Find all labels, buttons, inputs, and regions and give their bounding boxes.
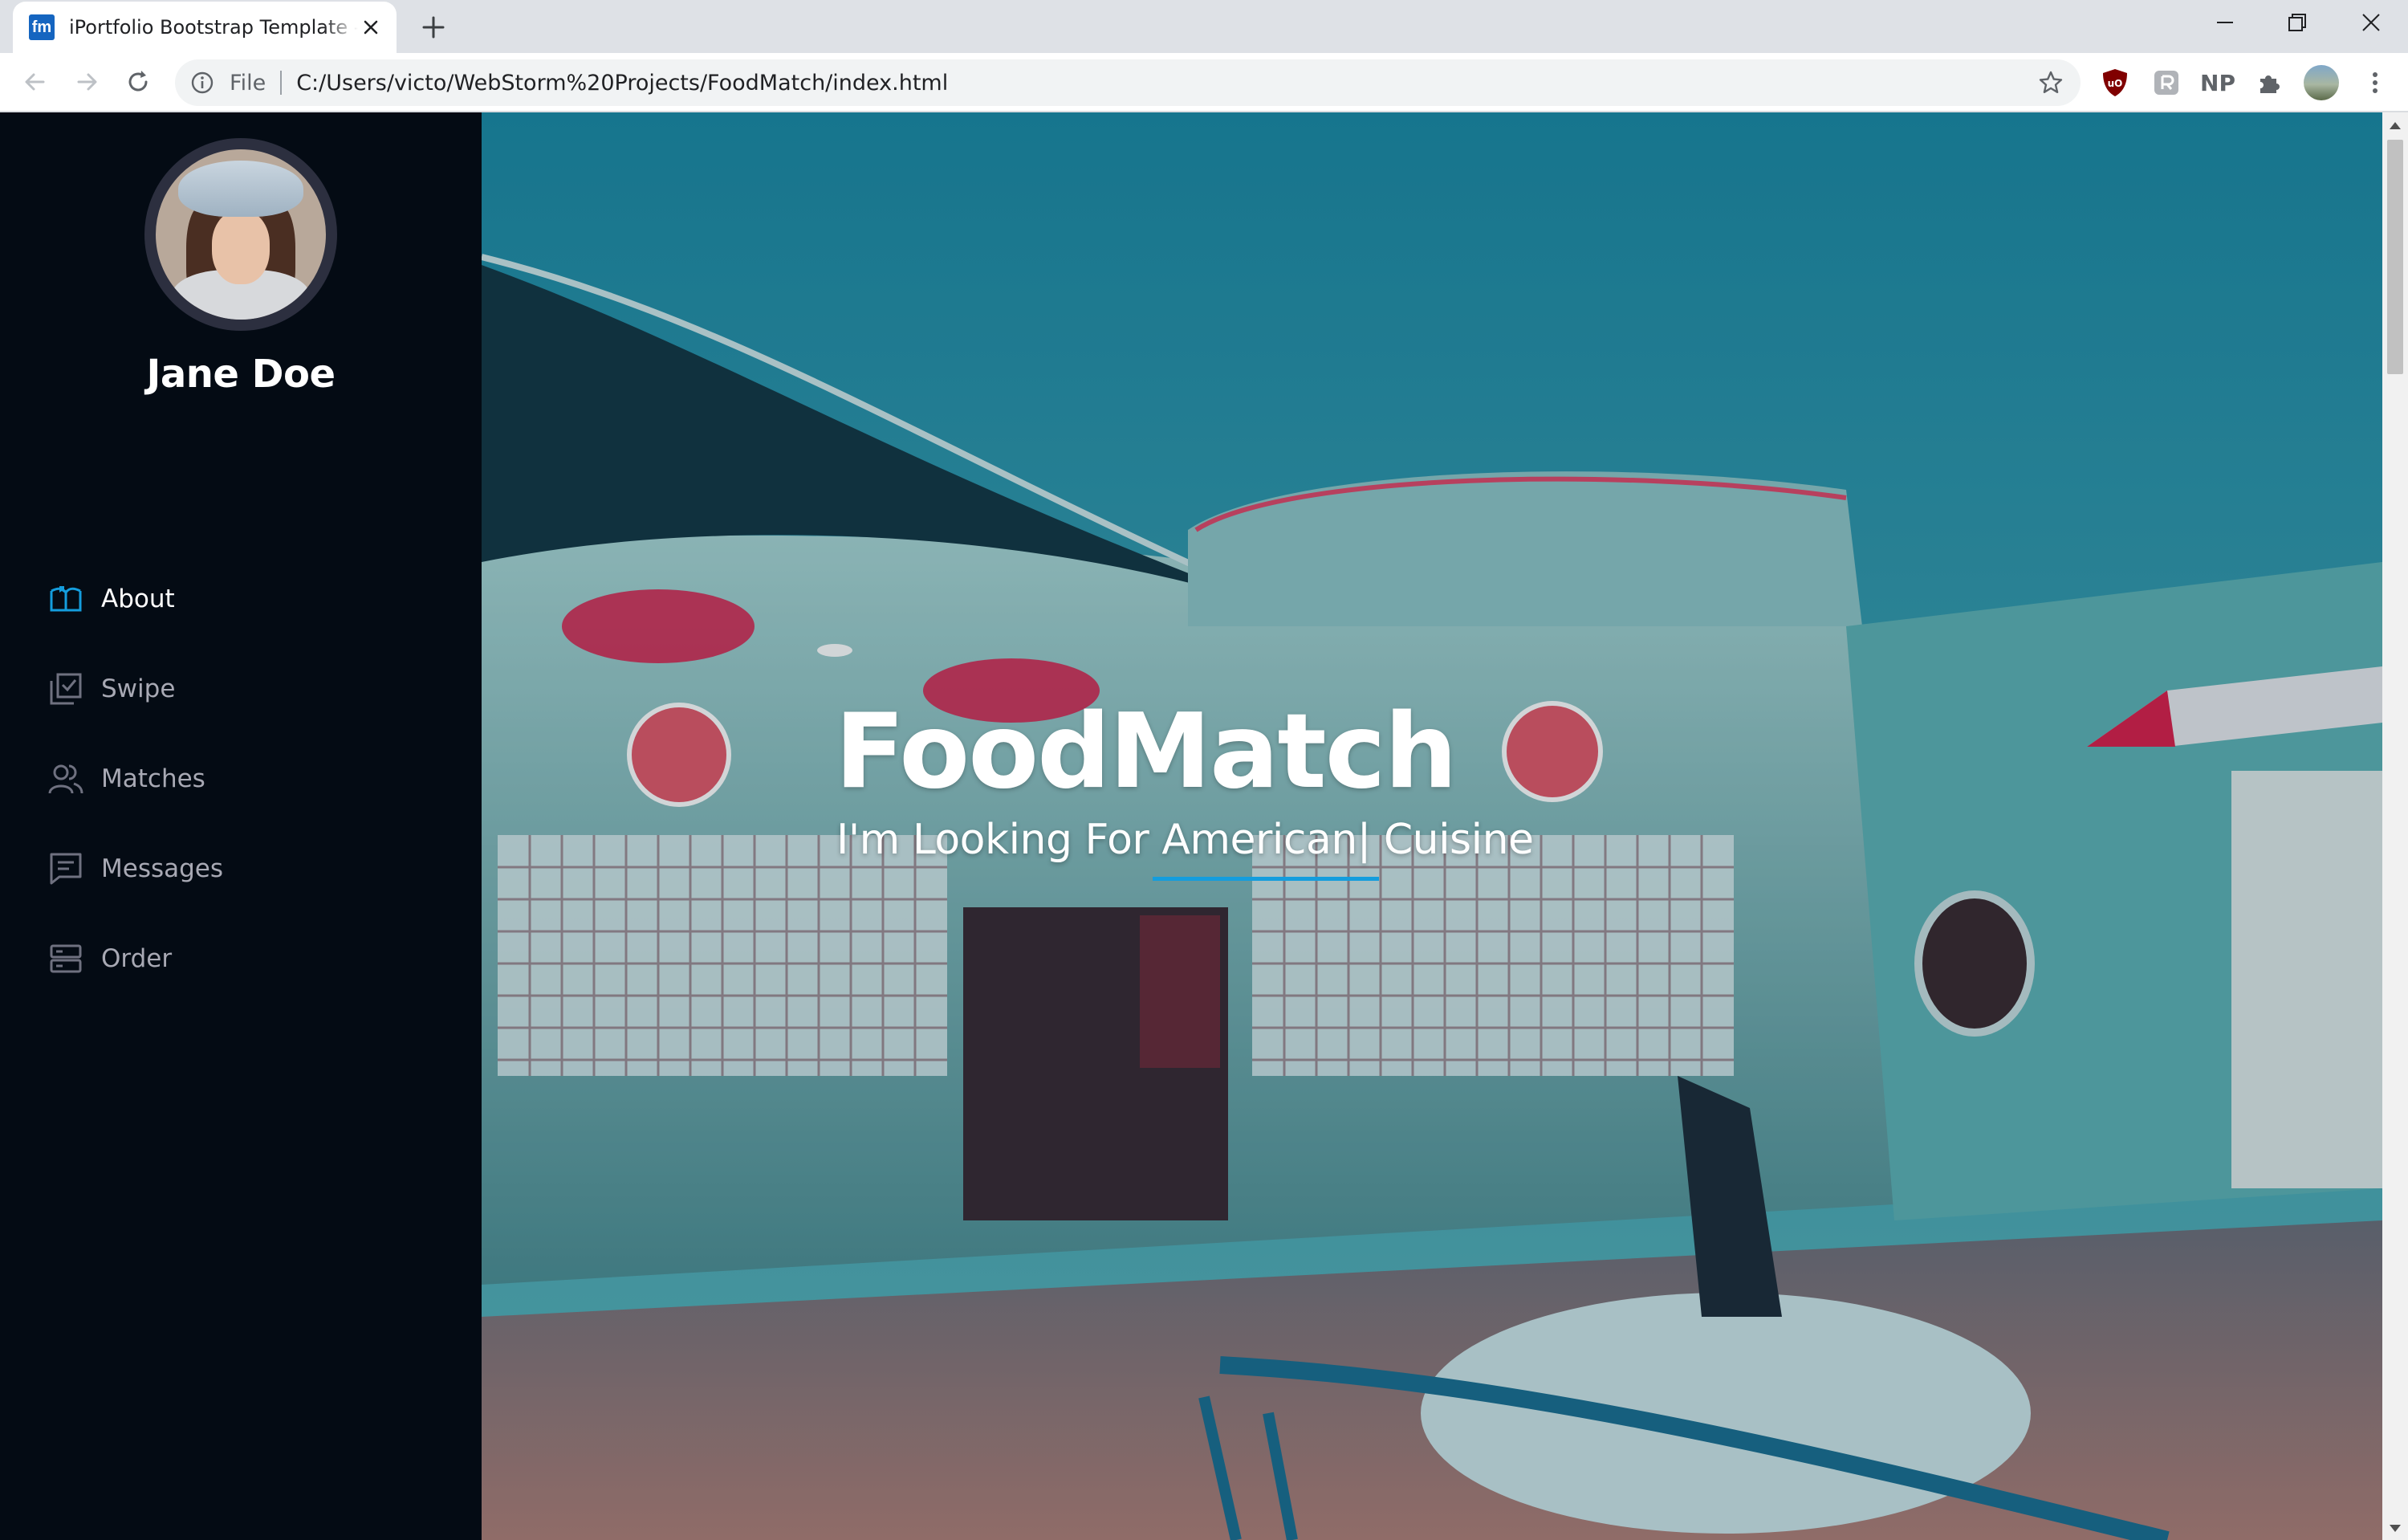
back-icon[interactable] bbox=[19, 66, 51, 98]
hero-section: FoodMatch I'm Looking For American| Cuis… bbox=[482, 112, 2382, 1540]
forward-icon[interactable] bbox=[71, 66, 103, 98]
hero-title: FoodMatch bbox=[835, 692, 1458, 812]
server-icon bbox=[50, 944, 82, 973]
bookmark-star-icon[interactable] bbox=[2037, 69, 2064, 96]
address-bar[interactable]: File C:/Users/victo/WebStorm%20Projects/… bbox=[175, 59, 2081, 106]
sidebar-item-swipe[interactable]: Swipe bbox=[48, 665, 175, 713]
restore-window-icon[interactable] bbox=[2281, 6, 2313, 39]
np-icon[interactable]: NP bbox=[2200, 67, 2235, 98]
profile-avatar-image bbox=[144, 138, 337, 331]
scroll-up-icon[interactable] bbox=[2390, 122, 2401, 129]
address-scheme-label: File bbox=[230, 70, 266, 96]
scrollbar-thumb[interactable] bbox=[2387, 140, 2403, 374]
sidebar-item-label: Messages bbox=[101, 854, 224, 883]
sidebar-item-order[interactable]: Order bbox=[48, 935, 172, 983]
book-icon bbox=[50, 586, 82, 612]
close-tab-icon[interactable] bbox=[360, 16, 382, 39]
reload-icon[interactable] bbox=[122, 66, 154, 98]
sidebar-item-messages[interactable]: Messages bbox=[48, 845, 223, 893]
svg-text:uO: uO bbox=[2108, 78, 2123, 89]
hero-subtitle-underline bbox=[1153, 877, 1379, 881]
address-separator bbox=[280, 71, 283, 95]
sidebar-item-label: Order bbox=[101, 944, 173, 973]
tab-favicon-icon: fm bbox=[29, 14, 55, 40]
checkbox-stack-icon bbox=[50, 673, 82, 705]
browser-tab-bar: fm iPortfolio Bootstrap Template - Index bbox=[0, 0, 2408, 53]
profile-avatar[interactable] bbox=[2304, 65, 2339, 100]
sidebar-item-label: Matches bbox=[101, 764, 205, 793]
tab-title: iPortfolio Bootstrap Template - Index bbox=[69, 16, 358, 39]
sidebar-item-matches[interactable]: Matches bbox=[48, 755, 205, 803]
browser-toolbar: File C:/Users/victo/WebStorm%20Projects/… bbox=[0, 53, 2408, 112]
close-window-icon[interactable] bbox=[2355, 6, 2387, 39]
site-info-icon[interactable] bbox=[189, 70, 215, 96]
scroll-down-icon[interactable] bbox=[2390, 1525, 2401, 1532]
users-icon bbox=[48, 764, 83, 794]
address-url[interactable]: C:/Users/victo/WebStorm%20Projects/FoodM… bbox=[296, 71, 948, 96]
browser-menu-icon[interactable] bbox=[2360, 67, 2390, 98]
browser-tab[interactable]: fm iPortfolio Bootstrap Template - Index bbox=[13, 2, 397, 53]
new-tab-icon[interactable] bbox=[417, 11, 449, 43]
sidebar-item-label: About bbox=[101, 585, 175, 613]
sidebar-item-about[interactable]: About bbox=[48, 575, 175, 623]
profile-name: Jane Doe bbox=[146, 352, 336, 397]
reader-icon[interactable] bbox=[2151, 67, 2182, 98]
hero-subtitle: I'm Looking For American| Cuisine bbox=[836, 816, 1534, 864]
page-viewport: Jane Doe About Swipe Matches Messages Or… bbox=[0, 112, 2408, 1540]
message-icon bbox=[50, 853, 82, 885]
sidebar: Jane Doe About Swipe Matches Messages Or… bbox=[0, 112, 482, 1540]
page-scrollbar[interactable] bbox=[2382, 112, 2408, 1540]
minimize-window-icon[interactable] bbox=[2209, 6, 2241, 39]
puzzle-icon[interactable] bbox=[2254, 67, 2284, 98]
sidebar-item-label: Swipe bbox=[101, 674, 176, 703]
ublock-icon[interactable]: uO bbox=[2100, 67, 2130, 98]
